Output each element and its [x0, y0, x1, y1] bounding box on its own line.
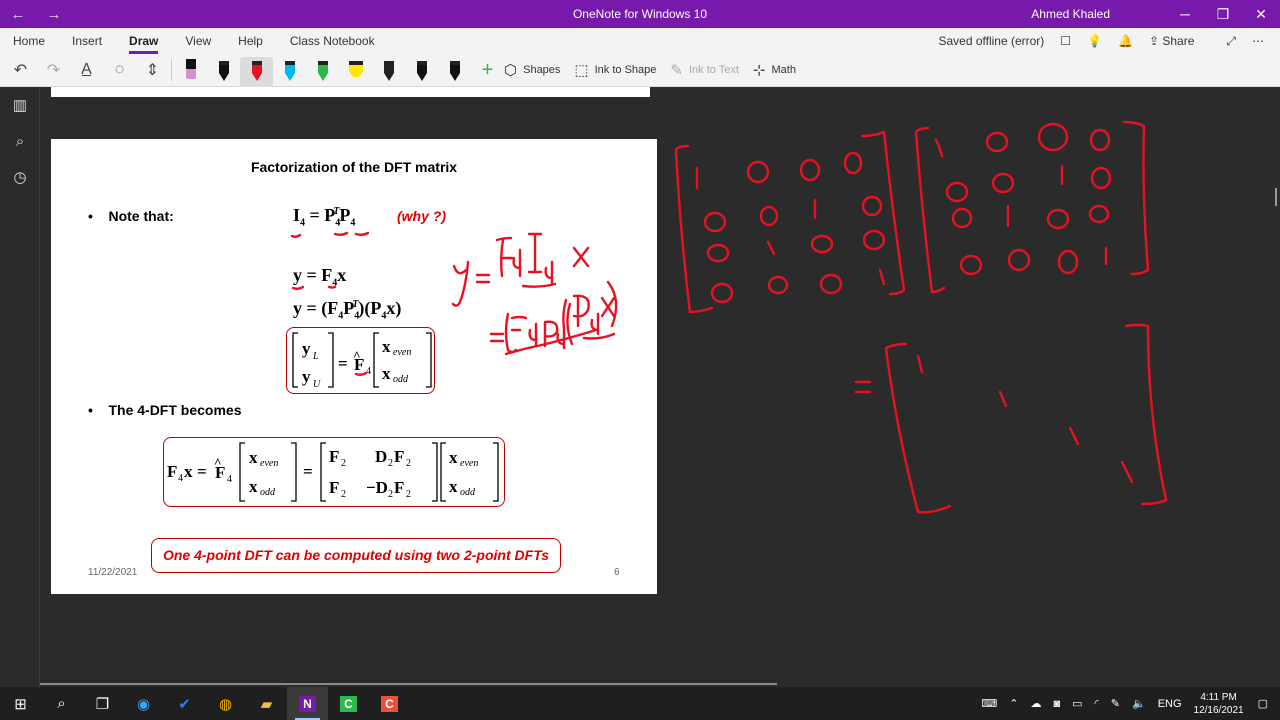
system-tray: ⌨ ⌃ ☁ ◙ ▭ ◜ ✎ 🔈 ENG 4:11 PM 12/16/2021 ▢ [981, 687, 1280, 720]
start-icon[interactable]: ⊞ [0, 687, 41, 720]
windows-taskbar: ⊞ ⌕ ❐ ◉ ✔ ◍ ▰ N C C ⌨ ⌃ ☁ ◙ ▭ ◜ ✎ 🔈 ENG … [0, 687, 1280, 720]
clock-date: 12/16/2021 [1193, 704, 1244, 716]
search-taskbar-icon[interactable]: ⌕ [41, 687, 82, 720]
vertical-scrollbar[interactable] [1275, 188, 1277, 206]
ink-matrix-result [854, 323, 1168, 514]
task-view-icon[interactable]: ❐ [82, 687, 123, 720]
ink-matrix-right [914, 120, 1150, 294]
todo-icon[interactable]: ✔ [164, 687, 205, 720]
onedrive-icon[interactable]: ☁ [1030, 697, 1041, 710]
chrome-icon[interactable]: ◍ [205, 687, 246, 720]
ink-underlines [290, 231, 370, 376]
horizontal-scrollbar[interactable] [40, 683, 777, 685]
notifications-icon[interactable]: ▢ [1258, 697, 1268, 710]
clock[interactable]: 4:11 PM 12/16/2021 [1194, 691, 1244, 717]
clock-time: 4:11 PM [1200, 691, 1237, 703]
camtasia-green-icon[interactable]: C [328, 687, 369, 720]
meet-now-icon[interactable]: ◙ [1053, 698, 1060, 710]
ink-layer [290, 120, 1168, 514]
chevron-up-icon[interactable]: ⌃ [1009, 697, 1018, 710]
edge-icon[interactable]: ◉ [123, 687, 164, 720]
file-explorer-icon[interactable]: ▰ [246, 687, 287, 720]
language-indicator[interactable]: ENG [1158, 698, 1182, 710]
onenote-icon[interactable]: N [287, 687, 328, 720]
keyboard-icon[interactable]: ⌨ [981, 697, 997, 710]
wifi-icon[interactable]: ◜ [1095, 697, 1099, 710]
camtasia-red-icon[interactable]: C [369, 687, 410, 720]
volume-icon[interactable]: 🔈 [1132, 697, 1146, 710]
pen-tray-icon[interactable]: ✎ [1111, 697, 1120, 710]
ink-equation-y [451, 232, 618, 356]
battery-icon[interactable]: ▭ [1072, 697, 1082, 710]
ink-matrix-left [674, 130, 906, 314]
